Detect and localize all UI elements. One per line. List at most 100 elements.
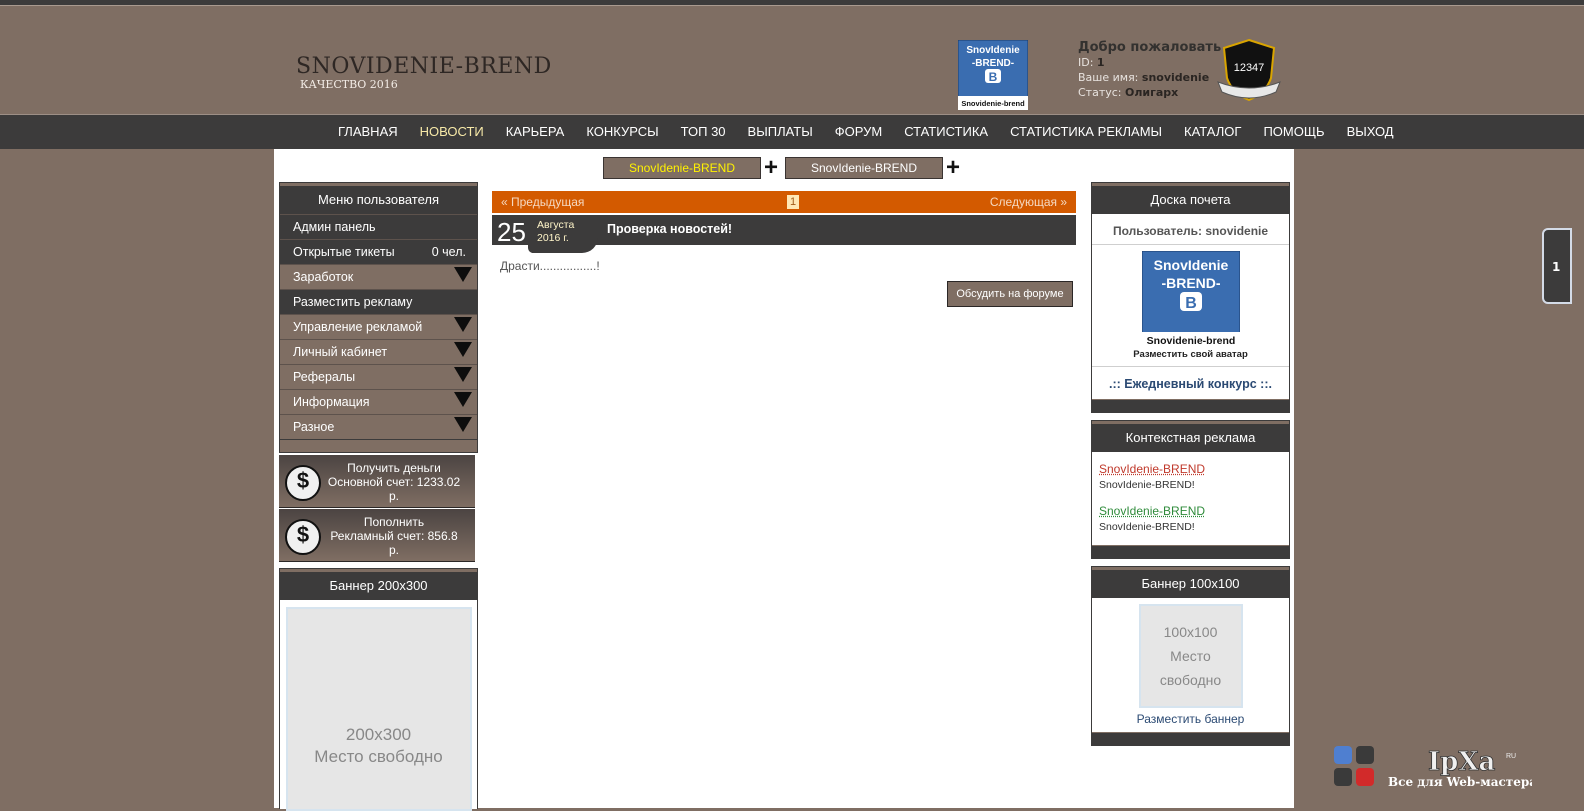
page-number[interactable]: 1 — [787, 195, 799, 209]
nav-catalog[interactable]: КАТАЛОГ — [1173, 115, 1252, 149]
honor-avatar[interactable]: SnovIdenie -BREND- B Snovidenie-brend — [1141, 251, 1240, 349]
next-page-link[interactable]: Следующая » — [990, 195, 1067, 209]
banner-100-slot[interactable]: 100x100 Место свободно — [1138, 604, 1243, 708]
name-value: snovidenie — [1141, 71, 1210, 84]
prev-page-link[interactable]: « Предыдущая — [501, 195, 584, 209]
menu-earnings[interactable]: Заработок — [280, 264, 477, 289]
chevron-down-icon — [454, 392, 472, 407]
svg-text:B: B — [989, 70, 998, 84]
honor-user: Пользователь: snovidenie — [1092, 214, 1289, 245]
honor-board-title: Доска почета — [1092, 183, 1289, 214]
user-name-line: Ваше имя: snovidenie — [1078, 70, 1221, 85]
header-avatar[interactable]: SnovIdenie -BREND- B Snovidenie-brend — [958, 40, 1028, 110]
dollar-coin-icon: $ — [285, 465, 321, 501]
honor-board-footer — [1092, 399, 1289, 412]
nav-news[interactable]: НОВОСТИ — [409, 115, 495, 149]
tickets-count: 0 чел. — [431, 245, 466, 259]
banner-200-title: Баннер 200x300 — [280, 569, 477, 600]
menu-label: Рефералы — [293, 370, 356, 384]
id-label: ID: — [1078, 56, 1094, 69]
svg-text:RU: RU — [1506, 753, 1516, 760]
menu-open-tickets[interactable]: Открытые тикеты 0 чел. — [280, 239, 477, 264]
daily-contest-link[interactable]: .:: Ежедневный конкурс ::. — [1092, 366, 1289, 399]
svg-text:B: B — [1185, 295, 1197, 312]
top-line — [0, 0, 1584, 6]
news-header: 25 Августа 2016 г. Проверка новостей! — [492, 215, 1076, 253]
side-feedback-tab[interactable]: 1 — [1542, 228, 1572, 304]
nav-career[interactable]: КАРЬЕРА — [495, 115, 576, 149]
chevron-down-icon — [454, 342, 472, 357]
ad-desc-1: SnovIdenie-BREND! — [1099, 479, 1195, 491]
news-pager: « Предыдущая 1 Следующая » — [492, 191, 1076, 213]
nav-home[interactable]: ГЛАВНАЯ — [327, 115, 409, 149]
banner-100-title: Баннер 100x100 — [1092, 567, 1289, 598]
withdraw-button[interactable]: $ Получить деньги Основной счет: 1233.02… — [279, 455, 475, 508]
banner-200-size: 200x300 — [345, 725, 412, 744]
ad-link-2[interactable]: SnovIdenie-BREND — [1099, 504, 1282, 518]
brand-tab-2[interactable]: SnovIdenie-BREND — [785, 157, 943, 179]
place-banner-link[interactable]: Разместить баннер — [1092, 708, 1289, 732]
nav-help[interactable]: ПОМОЩЬ — [1252, 115, 1335, 149]
menu-referrals[interactable]: Рефералы — [280, 364, 477, 389]
banner-100-panel: Баннер 100x100 100x100 Место свободно Ра… — [1091, 566, 1290, 746]
user-menu-title: Меню пользователя — [280, 183, 477, 214]
status-label: Статус: — [1078, 86, 1122, 99]
site-title[interactable]: SNOVIDENIE-BREND — [296, 54, 552, 79]
menu-admin-panel[interactable]: Админ панель — [280, 214, 477, 239]
ad-desc-2: SnovIdenie-BREND! — [1099, 521, 1195, 533]
top-up-button[interactable]: $ Пополнить Рекламный счет: 856.8 р. — [279, 509, 475, 562]
main-balance-currency: р. — [388, 489, 399, 503]
chevron-down-icon — [454, 267, 472, 282]
context-ads: Контекстная реклама SnovIdenie-BREND Sno… — [1091, 420, 1290, 559]
ad-balance-currency: р. — [388, 543, 399, 557]
nav-forum[interactable]: ФОРУМ — [824, 115, 893, 149]
menu-footer — [280, 439, 477, 452]
id-value: 1 — [1096, 56, 1105, 69]
ad-link-1[interactable]: SnovIdenie-BREND — [1099, 462, 1282, 476]
honor-board: Доска почета Пользователь: snovidenie Sn… — [1091, 182, 1290, 413]
nav-payouts[interactable]: ВЫПЛАТЫ — [737, 115, 824, 149]
menu-label: Разное — [293, 420, 335, 434]
nav-statistics[interactable]: СТАТИСТИКА — [893, 115, 999, 149]
nav-top30[interactable]: ТОП 30 — [670, 115, 737, 149]
news-title[interactable]: Проверка новостей! — [607, 222, 732, 236]
chevron-down-icon — [454, 317, 472, 332]
withdraw-label: Получить деньги — [347, 461, 441, 475]
context-ads-footer — [1092, 545, 1289, 558]
nav-contests[interactable]: КОНКУРСЫ — [575, 115, 669, 149]
news-day: 25 — [497, 217, 526, 247]
user-status-line: Статус: Олигарх — [1078, 85, 1221, 100]
context-ads-title: Контекстная реклама — [1092, 421, 1289, 452]
discuss-on-forum-button[interactable]: Обсудить на форуме — [947, 281, 1073, 307]
brand-tab-1[interactable]: SnovIdenie-BREND — [603, 157, 761, 179]
menu-place-ad[interactable]: Разместить рекламу — [280, 289, 477, 314]
banner-200-slot[interactable]: 200x300 Место свободно — [285, 607, 472, 811]
menu-misc[interactable]: Разное — [280, 414, 477, 439]
plus-icon[interactable]: + — [946, 156, 960, 180]
menu-label: Открытые тикеты — [293, 245, 395, 259]
top-up-label: Пополнить — [363, 515, 425, 529]
news-month: Августа — [537, 219, 575, 231]
menu-label: Разместить рекламу — [293, 295, 413, 309]
banner-200-text: Место свободно — [314, 747, 443, 766]
banner-100-line2: свободно — [1159, 672, 1222, 688]
menu-ad-management[interactable]: Управление рекламой — [280, 314, 477, 339]
nav-logout[interactable]: ВЫХОД — [1336, 115, 1405, 149]
banner-200-panel: Баннер 200x300 200x300 Место свободно — [279, 568, 478, 811]
menu-label: Информация — [293, 395, 370, 409]
main-navbar: ГЛАВНАЯ НОВОСТИ КАРЬЕРА КОНКУРСЫ ТОП 30 … — [0, 114, 1584, 149]
user-menu: Меню пользователя Админ панель Открытые … — [279, 182, 478, 453]
place-avatar-link[interactable]: Разместить свой аватар — [1092, 349, 1289, 360]
svg-text:-BREND-: -BREND- — [1161, 275, 1220, 291]
ad-balance: Рекламный счет: 856.8 — [330, 529, 458, 543]
menu-information[interactable]: Информация — [280, 389, 477, 414]
menu-cabinet[interactable]: Личный кабинет — [280, 339, 477, 364]
svg-text:Snovidenie-brend: Snovidenie-brend — [961, 99, 1025, 108]
nav-ad-statistics[interactable]: СТАТИСТИКА РЕКЛАМЫ — [999, 115, 1173, 149]
svg-text:Snovidenie-brend: Snovidenie-brend — [1146, 335, 1235, 347]
banner-100-footer — [1092, 732, 1289, 745]
svg-text:SnovIdenie: SnovIdenie — [966, 45, 1020, 56]
plus-icon[interactable]: + — [764, 156, 778, 180]
chevron-down-icon — [454, 367, 472, 382]
rank-number: 12347 — [1234, 62, 1265, 74]
